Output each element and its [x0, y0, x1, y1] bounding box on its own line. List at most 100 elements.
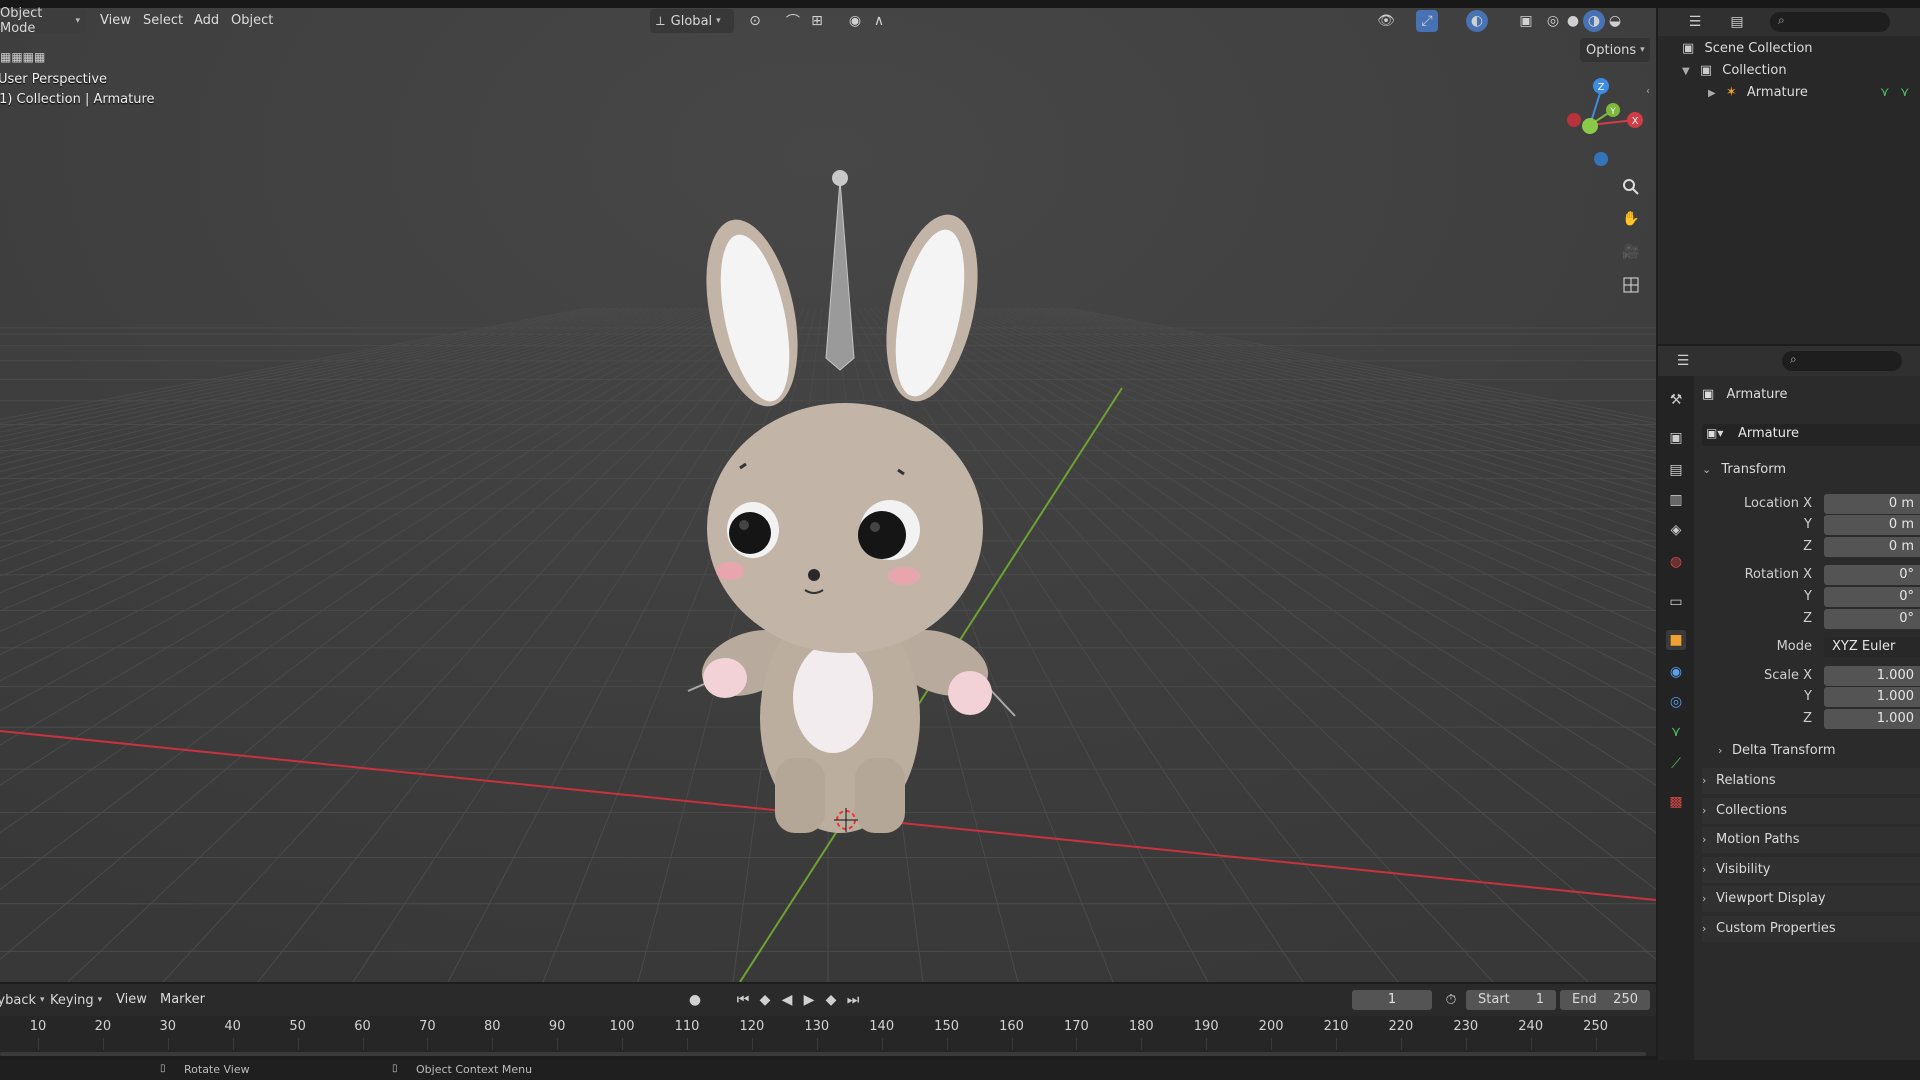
rotation-x-field[interactable]: 0° — [1824, 565, 1920, 585]
3d-viewport[interactable]: User Perspective (1) Collection | Armatu… — [0, 8, 1656, 982]
falloff-icon[interactable]: ∧ — [868, 10, 890, 32]
timeline-tick-line — [1206, 1038, 1208, 1050]
pan-hand-icon[interactable]: ✋ — [1620, 208, 1642, 230]
preview-range-icon[interactable]: ⏱ — [1440, 989, 1462, 1011]
relations-panel[interactable]: › Relations — [1702, 768, 1920, 794]
expand-chevron-icon: › — [1702, 863, 1707, 876]
bone-tab-icon[interactable]: ⟋ — [1666, 754, 1686, 774]
view-layer-tab-icon[interactable]: ▥ — [1666, 490, 1686, 510]
gizmo-toggle-icon[interactable]: ⤢ — [1416, 10, 1438, 32]
timeline-tick-label: 180 — [1128, 1019, 1154, 1034]
outliner-item-collection[interactable]: ▼ ▣ Collection — [1682, 60, 1787, 82]
start-frame-field[interactable]: Start 1 — [1466, 990, 1556, 1010]
material-shading-icon[interactable]: ◑ — [1583, 10, 1605, 32]
svg-text:Z: Z — [1598, 82, 1605, 93]
overlay-toggle-icon[interactable]: ◐ — [1466, 10, 1488, 32]
snap-icon[interactable]: ⌒ — [782, 10, 804, 32]
current-frame-field[interactable]: 1 — [1352, 990, 1432, 1010]
playback-dropdown[interactable]: Playback▾ — [0, 988, 45, 1012]
timeline-menu-marker[interactable]: Marker — [154, 988, 211, 1012]
physics-tab-icon[interactable]: ◎ — [1666, 692, 1686, 712]
modifier-tab-icon[interactable]: ◉ — [1666, 662, 1686, 682]
outliner-item-scene-collection[interactable]: ▣ Scene Collection — [1682, 38, 1813, 60]
mode-dropdown[interactable]: Object Mode ▾ — [0, 6, 86, 36]
end-frame-field[interactable]: End 250 — [1560, 990, 1650, 1010]
bone-data-icon[interactable]: ⋎ — [1900, 82, 1910, 104]
menu-object[interactable]: Object — [225, 9, 279, 33]
texture-tab-icon[interactable]: ▩ — [1666, 792, 1686, 812]
rotation-z-field[interactable]: 0° — [1824, 609, 1920, 629]
location-x-field[interactable]: 0 m — [1824, 494, 1920, 514]
object-tab-icon[interactable]: ■ — [1666, 630, 1686, 650]
wireframe-shading-icon[interactable]: ◎ — [1542, 10, 1564, 32]
timeline-ruler[interactable]: 10 20 30 40 50 60 70 80 90 100 110 120 130 140 150 160 1… — [0, 1016, 1656, 1056]
object-name-value: Armature — [1738, 426, 1800, 441]
location-y-field[interactable]: 0 m — [1824, 515, 1920, 535]
jump-start-icon[interactable]: ⏮ — [732, 989, 754, 1011]
sidebar-toggle-icon[interactable]: ‹ — [1646, 86, 1650, 97]
custom-properties-panel[interactable]: › Custom Properties — [1702, 916, 1920, 942]
scale-y-field[interactable]: 1.000 — [1824, 687, 1920, 707]
scale-z-field[interactable]: 1.000 — [1824, 709, 1920, 729]
3d-cursor[interactable] — [834, 808, 858, 832]
record-icon[interactable]: ● — [684, 989, 706, 1011]
object-name-field[interactable]: ▣▾ Armature — [1702, 424, 1920, 446]
outliner-search-input[interactable]: ⌕ — [1770, 12, 1890, 32]
collection-tab-icon[interactable]: ▭ — [1666, 592, 1686, 612]
object-data-tab-icon[interactable]: ⋎ — [1666, 722, 1686, 742]
render-tab-icon[interactable]: ▣ — [1666, 428, 1686, 448]
menu-view[interactable]: View — [94, 9, 137, 33]
navigation-gizmo[interactable]: Z X Y — [1555, 70, 1645, 170]
transform-orientation-dropdown[interactable]: ⟂ Global ▾ — [650, 9, 734, 33]
timeline-menu-view[interactable]: View — [110, 988, 153, 1012]
properties-search-input[interactable]: ⌕ — [1782, 351, 1902, 371]
bunny-character[interactable] — [660, 158, 1020, 838]
delta-transform-panel[interactable]: › Delta Transform — [1718, 738, 1920, 764]
timeline-scrollbar[interactable] — [0, 1052, 1646, 1056]
collections-panel[interactable]: › Collections — [1702, 798, 1920, 824]
jump-keyframe-forward-icon[interactable]: ◆ — [820, 989, 842, 1011]
xray-icon[interactable]: ▣ — [1515, 10, 1537, 32]
viewport-display-panel[interactable]: › Viewport Display — [1702, 886, 1920, 912]
motion-paths-panel[interactable]: › Motion Paths — [1702, 827, 1920, 853]
properties-editor-type-icon[interactable]: ☰ — [1672, 350, 1694, 372]
zoom-icon[interactable] — [1620, 176, 1642, 198]
options-dropdown[interactable]: Options ▾ — [1580, 38, 1650, 62]
transform-panel-header[interactable]: ⌄ Transform — [1702, 459, 1786, 481]
rotation-mode-dropdown[interactable]: XYZ Euler — [1824, 637, 1920, 657]
pose-icon[interactable]: ⋎ — [1880, 82, 1890, 104]
scene-tab-icon[interactable]: ◈ — [1666, 520, 1686, 540]
display-mode-icon[interactable]: ▤ — [1726, 11, 1748, 33]
output-tab-icon[interactable]: ▤ — [1666, 460, 1686, 480]
editor-type-icon[interactable]: ☰ — [1684, 11, 1706, 33]
jump-end-icon[interactable]: ⏭ — [842, 989, 864, 1011]
play-reverse-icon[interactable]: ◀ — [776, 989, 798, 1011]
scale-x-field[interactable]: 1.000 — [1824, 666, 1920, 686]
location-z-field[interactable]: 0 m — [1824, 537, 1920, 557]
visibility-panel[interactable]: › Visibility — [1702, 857, 1920, 883]
ortho-grid-icon[interactable] — [1620, 274, 1642, 296]
scale-y-label: Y — [1804, 689, 1812, 704]
camera-view-icon[interactable]: 🎥 — [1620, 241, 1642, 263]
snap-target-icon[interactable]: ⊞ — [806, 10, 828, 32]
keying-dropdown[interactable]: Keying ▾ — [44, 988, 106, 1012]
menu-add[interactable]: Add — [188, 9, 225, 33]
object-name-row: ▣ Armature — [1702, 384, 1787, 406]
visibility-icon[interactable]: 👁 — [1375, 10, 1397, 32]
menu-select[interactable]: Select — [137, 9, 189, 33]
timeline-tick-label: 90 — [548, 1019, 566, 1034]
solid-shading-icon[interactable]: ● — [1562, 10, 1584, 32]
timeline-tick-line — [297, 1038, 299, 1050]
outliner-item-armature[interactable]: ▶ ✶ Armature ⋎ ⋎ ▼ — [1708, 82, 1918, 104]
rendered-shading-icon[interactable]: ◒ — [1604, 10, 1626, 32]
timeline-tick-label: 30 — [159, 1019, 177, 1034]
tool-tab-icon[interactable]: ⚒ — [1666, 390, 1686, 410]
play-icon[interactable]: ▶ — [798, 989, 820, 1011]
jump-keyframe-back-icon[interactable]: ◆ — [754, 989, 776, 1011]
pivot-point-icon[interactable]: ⊙ — [744, 10, 766, 32]
proportional-edit-icon[interactable]: ◉ — [844, 10, 866, 32]
select-mode-icons[interactable]: ▦▦▦▦ — [0, 50, 70, 70]
rotation-y-field[interactable]: 0° — [1824, 587, 1920, 607]
object-type-dropdown-icon[interactable]: ▣▾ — [1706, 426, 1723, 440]
world-tab-icon[interactable]: ◍ — [1666, 552, 1686, 572]
